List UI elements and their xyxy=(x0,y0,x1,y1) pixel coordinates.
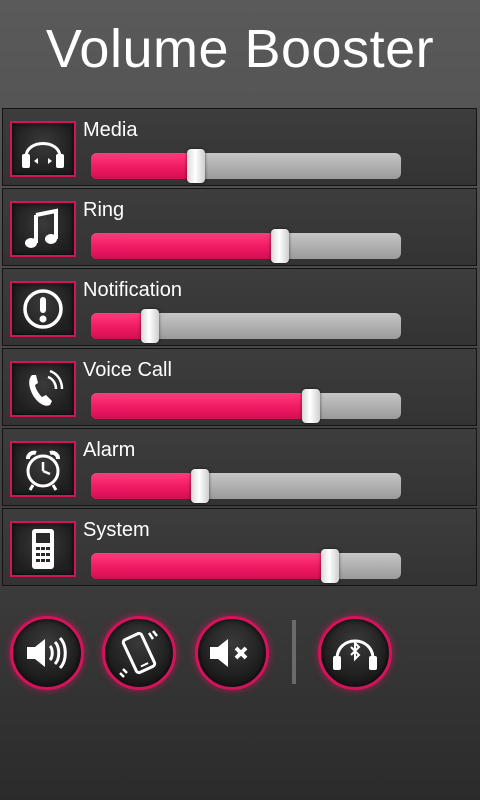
profile-bar xyxy=(0,612,480,702)
volume-slider-alarm[interactable] xyxy=(91,469,401,503)
volume-row-system: System xyxy=(2,508,477,586)
volume-row-voice-call: Voice Call xyxy=(2,348,477,426)
slider-thumb[interactable] xyxy=(141,309,159,343)
speaker-loud-icon xyxy=(27,636,67,670)
volume-fill xyxy=(91,233,280,259)
volume-label: Media xyxy=(83,119,138,141)
vibrate-phone-icon xyxy=(119,630,158,678)
separator xyxy=(292,620,296,684)
slider-thumb[interactable] xyxy=(302,389,320,423)
exclamation-icon[interactable] xyxy=(10,281,76,337)
bluetooth-headset-button[interactable] xyxy=(318,616,392,690)
volume-label: System xyxy=(83,519,150,541)
bluetooth-headphones-icon xyxy=(333,639,377,670)
volume-label: Notification xyxy=(83,279,182,301)
loud-mode-button[interactable] xyxy=(10,616,84,690)
vibrate-mode-button[interactable] xyxy=(102,616,176,690)
volume-slider-notification[interactable] xyxy=(91,309,401,343)
slider-thumb[interactable] xyxy=(271,229,289,263)
headphones-icon[interactable] xyxy=(10,121,76,177)
app-title: Volume Booster xyxy=(45,19,435,79)
volume-fill xyxy=(91,473,200,499)
volume-label: Ring xyxy=(83,199,125,221)
volume-label: Alarm xyxy=(83,439,136,461)
volume-row-media: Media xyxy=(2,108,477,186)
volume-fill xyxy=(91,553,330,579)
music-note-icon[interactable] xyxy=(10,201,76,257)
speaker-mute-icon xyxy=(210,639,248,667)
volume-row-alarm: Alarm xyxy=(2,428,477,506)
mobile-phone-icon[interactable] xyxy=(10,521,76,577)
volume-slider-voice-call[interactable] xyxy=(91,389,401,423)
volume-label: Voice Call xyxy=(83,359,172,381)
slider-thumb[interactable] xyxy=(321,549,339,583)
volume-slider-system[interactable] xyxy=(91,549,401,583)
volume-row-notification: Notification xyxy=(2,268,477,346)
phone-call-icon[interactable] xyxy=(10,361,76,417)
volume-fill xyxy=(91,153,196,179)
slider-thumb[interactable] xyxy=(191,469,209,503)
volume-slider-ring[interactable] xyxy=(91,229,401,263)
volume-row-ring: Ring xyxy=(2,188,477,266)
alarm-clock-icon[interactable] xyxy=(10,441,76,497)
volume-fill xyxy=(91,393,311,419)
slider-thumb[interactable] xyxy=(187,149,205,183)
volume-slider-media[interactable] xyxy=(91,149,401,183)
mute-mode-button[interactable] xyxy=(195,616,269,690)
